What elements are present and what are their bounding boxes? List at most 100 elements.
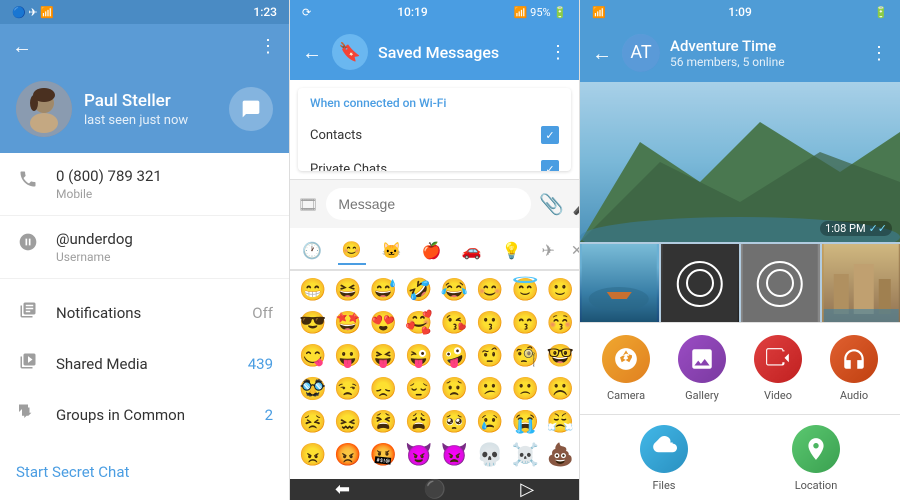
emoji-cell[interactable]: 😛 — [331, 341, 364, 372]
tab-travel[interactable]: 🚗 — [458, 237, 486, 264]
thumb-1[interactable] — [580, 244, 661, 322]
emoji-cell[interactable]: 😠 — [296, 440, 329, 471]
saved-messages-content: When connected on Wi-Fi Contacts Private… — [290, 80, 579, 500]
location-circle — [792, 425, 840, 473]
emoji-cell[interactable]: 🤪 — [438, 341, 471, 372]
emoji-cell[interactable]: 😅 — [367, 275, 400, 306]
video-button[interactable]: Video — [754, 335, 802, 402]
media-hero: 1:08 PM ✓✓ — [580, 82, 900, 242]
emoji-cell[interactable]: 🤩 — [331, 308, 364, 339]
location-button[interactable]: Location — [792, 425, 840, 492]
emoji-cell[interactable]: 💀 — [473, 440, 506, 471]
emoji-cell[interactable]: 🧐 — [508, 341, 541, 372]
kb-icon-3[interactable]: ▷ — [520, 479, 534, 500]
emoji-cell[interactable]: 😍 — [367, 308, 400, 339]
emoji-cell[interactable]: 🥰 — [402, 308, 435, 339]
emoji-cell[interactable]: 😆 — [331, 275, 364, 306]
sticker-icon[interactable]: 🎞 — [298, 195, 318, 214]
keyboard-bar: ⬅ ⚫ ▷ — [290, 479, 579, 500]
emoji-cell[interactable]: 🙂 — [544, 275, 577, 306]
notifications-label: Notifications — [56, 304, 141, 322]
tab-objects[interactable]: 💡 — [498, 237, 526, 264]
emoji-cell[interactable]: 😭 — [508, 407, 541, 438]
emoji-cell[interactable]: 😇 — [508, 275, 541, 306]
username-info: @underdog Username — [0, 216, 289, 279]
emoji-cell[interactable]: 😈 — [402, 440, 435, 471]
emoji-cell[interactable]: 🤣 — [402, 275, 435, 306]
emoji-cell[interactable]: ☠️ — [508, 440, 541, 471]
tab-smileys[interactable]: 😊 — [338, 236, 366, 265]
emoji-cell[interactable]: ☹️ — [544, 374, 577, 405]
checkbox-contacts[interactable] — [541, 126, 559, 144]
attach-icon[interactable]: 📎 — [539, 192, 564, 216]
notifications-item[interactable]: Notifications Off — [0, 287, 289, 338]
emoji-cell[interactable]: 😒 — [331, 374, 364, 405]
emoji-cell[interactable]: 😗 — [473, 308, 506, 339]
emoji-cell[interactable]: 😋 — [296, 341, 329, 372]
emoji-cell[interactable]: 😎 — [296, 308, 329, 339]
back-button-2[interactable]: ← — [302, 40, 322, 65]
emoji-cell[interactable]: 😝 — [367, 341, 400, 372]
back-button-1[interactable]: ← — [12, 34, 32, 59]
groups-item[interactable]: Groups in Common 2 — [0, 389, 289, 440]
emoji-cell[interactable]: 👿 — [438, 440, 471, 471]
emoji-cell[interactable]: 😘 — [438, 308, 471, 339]
emoji-cell[interactable]: 😂 — [438, 275, 471, 306]
message-button[interactable] — [229, 87, 273, 131]
emoji-cell[interactable]: 😁 — [296, 275, 329, 306]
audio-button[interactable]: Audio — [830, 335, 878, 402]
tab-animals[interactable]: 🐱 — [378, 237, 406, 264]
close-emoji-button[interactable]: ✕ — [571, 243, 579, 259]
video-circle — [754, 335, 802, 383]
thumb-3[interactable] — [741, 244, 822, 322]
gallery-button[interactable]: Gallery — [678, 335, 726, 402]
shared-media-item[interactable]: Shared Media 439 — [0, 338, 289, 389]
kb-icon-2[interactable]: ⚫ — [424, 479, 446, 500]
emoji-cell[interactable]: 🥺 — [438, 407, 471, 438]
header-left-3: ← AT Adventure Time 56 members, 5 online — [592, 34, 785, 72]
emoji-cell[interactable]: 😟 — [438, 374, 471, 405]
tab-recent[interactable]: 🕐 — [298, 237, 326, 264]
secret-chat-item[interactable]: Start Secret Chat — [0, 448, 289, 495]
emoji-cell[interactable]: 😖 — [331, 407, 364, 438]
thumb-4[interactable] — [822, 244, 900, 322]
checkbox-private[interactable] — [541, 160, 559, 171]
emoji-cell[interactable]: 🤨 — [473, 341, 506, 372]
emoji-cell[interactable]: 😕 — [473, 374, 506, 405]
kb-icon-1[interactable]: ⬅ — [335, 479, 350, 500]
emoji-cell[interactable]: 🥸 — [296, 374, 329, 405]
files-button[interactable]: Files — [640, 425, 688, 492]
groups-label: Groups in Common — [56, 406, 185, 424]
emoji-cell[interactable]: 😜 — [402, 341, 435, 372]
emoji-cell[interactable]: 🤓 — [544, 341, 577, 372]
camera-button[interactable]: Camera — [602, 335, 650, 402]
emoji-cell[interactable]: 😙 — [508, 308, 541, 339]
emoji-cell[interactable]: 🤬 — [367, 440, 400, 471]
message-input[interactable] — [326, 188, 531, 220]
settings-row-contacts[interactable]: Contacts — [298, 118, 571, 152]
emoji-cell[interactable]: 😫 — [367, 407, 400, 438]
thumb-2[interactable] — [661, 244, 742, 322]
emoji-cell[interactable]: 😔 — [402, 374, 435, 405]
emoji-cell[interactable]: 💩 — [544, 440, 577, 471]
emoji-cell[interactable]: 😚 — [544, 308, 577, 339]
hero-image: 1:08 PM ✓✓ — [580, 82, 900, 242]
emoji-cell[interactable]: 😩 — [402, 407, 435, 438]
tab-activities[interactable]: ✈ — [538, 237, 559, 264]
back-button-3[interactable]: ← — [592, 41, 612, 66]
emoji-cell[interactable]: 😞 — [367, 374, 400, 405]
more-button-3[interactable]: ⋮ — [870, 43, 888, 64]
emoji-cell[interactable]: 😊 — [473, 275, 506, 306]
mic-icon[interactable]: 🎤 — [572, 192, 579, 216]
emoji-cell[interactable]: 😣 — [296, 407, 329, 438]
more-button-2[interactable]: ⋮ — [549, 42, 567, 63]
settings-row-private[interactable]: Private Chats — [298, 152, 571, 171]
tab-food[interactable]: 🍎 — [418, 237, 446, 264]
emoji-cell[interactable]: 🙁 — [508, 374, 541, 405]
more-button-1[interactable]: ⋮ — [259, 36, 277, 57]
circle-overlay-3 — [766, 269, 794, 297]
emoji-cell[interactable]: 😤 — [544, 407, 577, 438]
emoji-cell[interactable]: 😢 — [473, 407, 506, 438]
files-label: Files — [653, 479, 676, 492]
emoji-cell[interactable]: 😡 — [331, 440, 364, 471]
